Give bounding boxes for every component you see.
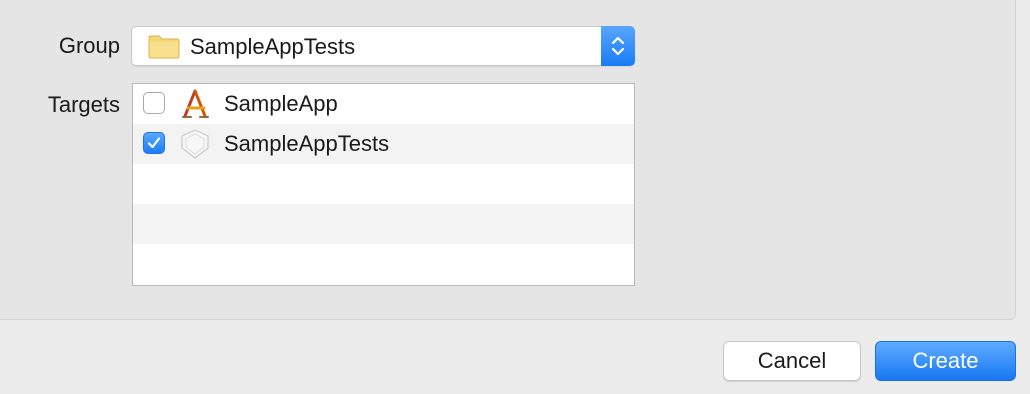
target-row[interactable]: SampleApp: [133, 84, 634, 124]
app-target-icon: [182, 89, 209, 118]
cancel-button[interactable]: Cancel: [723, 341, 861, 381]
folder-icon: [148, 35, 180, 59]
target-name: SampleApp: [224, 91, 338, 116]
checkmark-icon: [147, 137, 161, 149]
empty-row: [133, 164, 634, 204]
group-popup-value: SampleAppTests: [190, 34, 356, 59]
targets-label: Targets: [47, 92, 120, 117]
test-bundle-icon: [181, 129, 209, 159]
empty-row: [133, 204, 634, 244]
create-button[interactable]: Create: [875, 341, 1016, 381]
target-checkbox-sampleapp[interactable]: [143, 92, 165, 114]
chevron-up-down-icon: [611, 36, 625, 56]
empty-row: [133, 244, 634, 284]
target-name: SampleAppTests: [224, 131, 390, 156]
options-panel: Group SampleAppTests Targets SampleApp S…: [0, 0, 1016, 320]
group-popup-button[interactable]: SampleAppTests: [131, 26, 635, 66]
target-checkbox-sampleapptests[interactable]: [143, 132, 165, 154]
targets-list: SampleApp SampleAppTests: [132, 83, 635, 286]
target-row[interactable]: SampleAppTests: [133, 124, 634, 164]
group-label: Group: [58, 33, 120, 58]
popup-stepper[interactable]: [601, 26, 635, 66]
